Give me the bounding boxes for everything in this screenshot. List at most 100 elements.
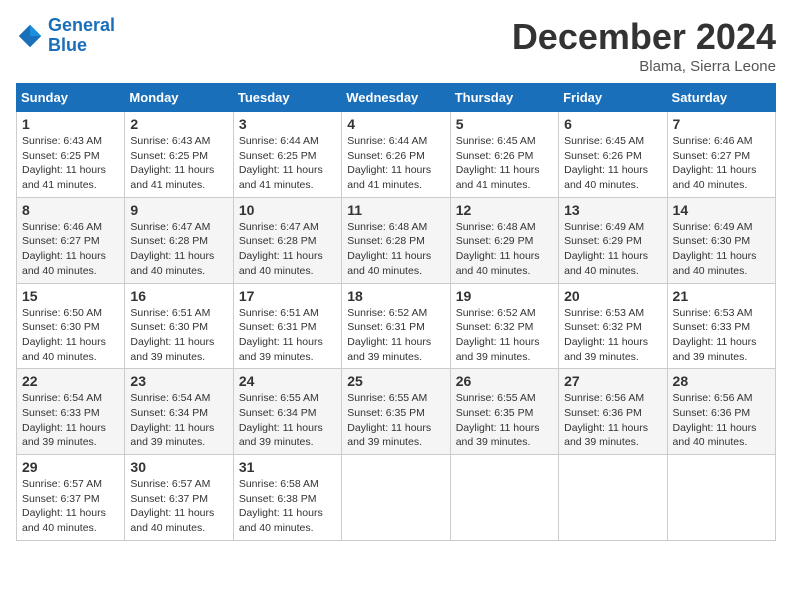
day-number: 29	[22, 459, 119, 475]
day-info: Sunrise: 6:53 AM Sunset: 6:33 PM Dayligh…	[673, 306, 770, 365]
day-info: Sunrise: 6:52 AM Sunset: 6:31 PM Dayligh…	[347, 306, 444, 365]
calendar-cell: 20 Sunrise: 6:53 AM Sunset: 6:32 PM Dayli…	[559, 283, 667, 369]
weekday-header: Friday	[559, 84, 667, 112]
day-number: 10	[239, 202, 336, 218]
weekday-header: Wednesday	[342, 84, 450, 112]
calendar-week-row: 8Sunrise: 6:46 AM Sunset: 6:27 PM Daylig…	[17, 197, 776, 283]
calendar-cell: 18 Sunrise: 6:52 AM Sunset: 6:31 PM Dayli…	[342, 283, 450, 369]
calendar-cell: 5 Sunrise: 6:45 AM Sunset: 6:26 PM Daylig…	[450, 112, 558, 198]
calendar-cell: 17 Sunrise: 6:51 AM Sunset: 6:31 PM Dayli…	[233, 283, 341, 369]
calendar-cell: 7 Sunrise: 6:46 AM Sunset: 6:27 PM Daylig…	[667, 112, 775, 198]
day-info: Sunrise: 6:45 AM Sunset: 6:26 PM Dayligh…	[564, 134, 661, 193]
calendar-cell: 19Sunrise: 6:52 AM Sunset: 6:32 PM Dayli…	[450, 283, 558, 369]
day-number: 27	[564, 373, 661, 389]
day-number: 15	[22, 288, 119, 304]
calendar-cell: 25 Sunrise: 6:55 AM Sunset: 6:35 PM Dayli…	[342, 369, 450, 455]
day-number: 14	[673, 202, 770, 218]
day-number: 9	[130, 202, 227, 218]
day-number: 11	[347, 202, 444, 218]
calendar-cell: 4Sunrise: 6:44 AM Sunset: 6:26 PM Daylig…	[342, 112, 450, 198]
weekday-header: Sunday	[17, 84, 125, 112]
day-number: 7	[673, 116, 770, 132]
day-info: Sunrise: 6:54 AM Sunset: 6:34 PM Dayligh…	[130, 391, 227, 450]
day-number: 30	[130, 459, 227, 475]
calendar-cell: 30 Sunrise: 6:57 AM Sunset: 6:37 PM Dayli…	[125, 455, 233, 541]
calendar-week-row: 29 Sunrise: 6:57 AM Sunset: 6:37 PM Dayli…	[17, 455, 776, 541]
day-number: 3	[239, 116, 336, 132]
calendar-cell	[559, 455, 667, 541]
day-info: Sunrise: 6:49 AM Sunset: 6:30 PM Dayligh…	[673, 220, 770, 279]
title-block: December 2024 Blama, Sierra Leone	[512, 16, 776, 75]
calendar-cell	[667, 455, 775, 541]
calendar-cell: 10 Sunrise: 6:47 AM Sunset: 6:28 PM Dayli…	[233, 197, 341, 283]
calendar-cell: 12Sunrise: 6:48 AM Sunset: 6:29 PM Dayli…	[450, 197, 558, 283]
location: Blama, Sierra Leone	[512, 58, 776, 75]
calendar-cell	[342, 455, 450, 541]
day-info: Sunrise: 6:49 AM Sunset: 6:29 PM Dayligh…	[564, 220, 661, 279]
day-info: Sunrise: 6:43 AM Sunset: 6:25 PM Dayligh…	[130, 134, 227, 193]
day-number: 26	[456, 373, 553, 389]
day-info: Sunrise: 6:57 AM Sunset: 6:37 PM Dayligh…	[22, 477, 119, 536]
calendar-cell: 14 Sunrise: 6:49 AM Sunset: 6:30 PM Dayli…	[667, 197, 775, 283]
day-info: Sunrise: 6:51 AM Sunset: 6:31 PM Dayligh…	[239, 306, 336, 365]
day-info: Sunrise: 6:55 AM Sunset: 6:34 PM Dayligh…	[239, 391, 336, 450]
calendar-cell: 26 Sunrise: 6:55 AM Sunset: 6:35 PM Dayli…	[450, 369, 558, 455]
calendar-cell: 28Sunrise: 6:56 AM Sunset: 6:36 PM Dayli…	[667, 369, 775, 455]
day-number: 8	[22, 202, 119, 218]
calendar-cell: 3 Sunrise: 6:44 AM Sunset: 6:25 PM Daylig…	[233, 112, 341, 198]
day-info: Sunrise: 6:57 AM Sunset: 6:37 PM Dayligh…	[130, 477, 227, 536]
calendar-cell: 21 Sunrise: 6:53 AM Sunset: 6:33 PM Dayli…	[667, 283, 775, 369]
day-number: 25	[347, 373, 444, 389]
day-info: Sunrise: 6:58 AM Sunset: 6:38 PM Dayligh…	[239, 477, 336, 536]
day-number: 16	[130, 288, 227, 304]
day-number: 1	[22, 116, 119, 132]
day-info: Sunrise: 6:48 AM Sunset: 6:28 PM Dayligh…	[347, 220, 444, 279]
calendar-cell	[450, 455, 558, 541]
day-number: 22	[22, 373, 119, 389]
day-info: Sunrise: 6:48 AM Sunset: 6:29 PM Dayligh…	[456, 220, 553, 279]
day-info: Sunrise: 6:53 AM Sunset: 6:32 PM Dayligh…	[564, 306, 661, 365]
calendar-cell: 8Sunrise: 6:46 AM Sunset: 6:27 PM Daylig…	[17, 197, 125, 283]
day-number: 17	[239, 288, 336, 304]
day-number: 6	[564, 116, 661, 132]
calendar-cell: 1 Sunrise: 6:43 AM Sunset: 6:25 PM Daylig…	[17, 112, 125, 198]
day-number: 20	[564, 288, 661, 304]
calendar-cell: 16 Sunrise: 6:51 AM Sunset: 6:30 PM Dayli…	[125, 283, 233, 369]
calendar-cell: 13Sunrise: 6:49 AM Sunset: 6:29 PM Dayli…	[559, 197, 667, 283]
day-info: Sunrise: 6:44 AM Sunset: 6:25 PM Dayligh…	[239, 134, 336, 193]
day-info: Sunrise: 6:54 AM Sunset: 6:33 PM Dayligh…	[22, 391, 119, 450]
calendar-week-row: 22 Sunrise: 6:54 AM Sunset: 6:33 PM Dayli…	[17, 369, 776, 455]
day-number: 2	[130, 116, 227, 132]
calendar-cell: 15 Sunrise: 6:50 AM Sunset: 6:30 PM Dayli…	[17, 283, 125, 369]
logo: General Blue	[16, 16, 115, 56]
calendar-header-row: SundayMondayTuesdayWednesdayThursdayFrid…	[17, 84, 776, 112]
logo-line1: General	[48, 15, 115, 35]
calendar-cell: 9 Sunrise: 6:47 AM Sunset: 6:28 PM Daylig…	[125, 197, 233, 283]
month-title: December 2024	[512, 16, 776, 58]
day-info: Sunrise: 6:55 AM Sunset: 6:35 PM Dayligh…	[456, 391, 553, 450]
calendar-cell: 27Sunrise: 6:56 AM Sunset: 6:36 PM Dayli…	[559, 369, 667, 455]
calendar-cell: 31 Sunrise: 6:58 AM Sunset: 6:38 PM Dayli…	[233, 455, 341, 541]
day-info: Sunrise: 6:46 AM Sunset: 6:27 PM Dayligh…	[673, 134, 770, 193]
day-info: Sunrise: 6:45 AM Sunset: 6:26 PM Dayligh…	[456, 134, 553, 193]
day-number: 28	[673, 373, 770, 389]
calendar-week-row: 1 Sunrise: 6:43 AM Sunset: 6:25 PM Daylig…	[17, 112, 776, 198]
day-number: 4	[347, 116, 444, 132]
day-info: Sunrise: 6:47 AM Sunset: 6:28 PM Dayligh…	[130, 220, 227, 279]
day-number: 18	[347, 288, 444, 304]
logo-text: General Blue	[48, 16, 115, 56]
weekday-header: Tuesday	[233, 84, 341, 112]
day-number: 21	[673, 288, 770, 304]
day-info: Sunrise: 6:43 AM Sunset: 6:25 PM Dayligh…	[22, 134, 119, 193]
day-number: 31	[239, 459, 336, 475]
day-number: 24	[239, 373, 336, 389]
weekday-header: Thursday	[450, 84, 558, 112]
day-info: Sunrise: 6:55 AM Sunset: 6:35 PM Dayligh…	[347, 391, 444, 450]
day-info: Sunrise: 6:50 AM Sunset: 6:30 PM Dayligh…	[22, 306, 119, 365]
day-info: Sunrise: 6:47 AM Sunset: 6:28 PM Dayligh…	[239, 220, 336, 279]
calendar-cell: 6 Sunrise: 6:45 AM Sunset: 6:26 PM Daylig…	[559, 112, 667, 198]
logo-line2: Blue	[48, 35, 87, 55]
day-number: 5	[456, 116, 553, 132]
day-info: Sunrise: 6:51 AM Sunset: 6:30 PM Dayligh…	[130, 306, 227, 365]
calendar-cell: 22 Sunrise: 6:54 AM Sunset: 6:33 PM Dayli…	[17, 369, 125, 455]
